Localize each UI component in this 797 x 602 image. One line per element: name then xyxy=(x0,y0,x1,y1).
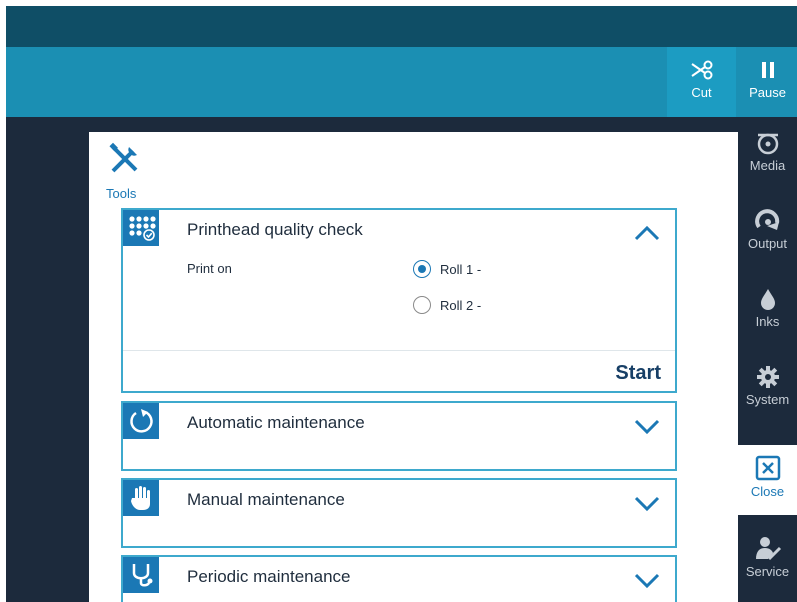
roll-2-option[interactable]: Roll 2 - xyxy=(413,296,481,314)
automatic-maintenance-card[interactable]: Automatic maintenance xyxy=(121,401,677,471)
media-roll-icon xyxy=(757,133,778,155)
output-icon xyxy=(754,209,779,230)
gear-icon xyxy=(756,366,779,388)
chevron-down-icon[interactable] xyxy=(633,417,661,435)
tools-label: Tools xyxy=(106,186,137,201)
sidebar-item-label: Service xyxy=(745,564,790,579)
periodic-maintenance-card[interactable]: Periodic maintenance xyxy=(121,555,677,602)
sidebar-item-inks[interactable]: Inks xyxy=(738,273,797,351)
sidebar-item-output[interactable]: Output xyxy=(738,195,797,273)
refresh-icon xyxy=(123,403,159,439)
start-button[interactable]: Start xyxy=(615,362,661,385)
top-bar xyxy=(6,6,797,47)
close-label: Close xyxy=(750,484,785,499)
sidebar-item-label: Inks xyxy=(755,314,780,329)
service-icon xyxy=(755,537,781,561)
card-title[interactable]: Automatic maintenance xyxy=(187,413,365,433)
sidebar: Media Output Inks System Close Service xyxy=(738,117,797,602)
printhead-check-icon xyxy=(123,210,159,246)
card-title[interactable]: Manual maintenance xyxy=(187,490,345,510)
sidebar-item-label: Media xyxy=(749,158,786,173)
tools-icon xyxy=(109,142,138,173)
manual-maintenance-card[interactable]: Manual maintenance xyxy=(121,478,677,548)
sidebar-item-media[interactable]: Media xyxy=(738,117,797,195)
chevron-down-icon[interactable] xyxy=(633,494,661,512)
hand-icon xyxy=(123,480,159,516)
tools-header: Tools xyxy=(104,142,164,201)
card-title[interactable]: Periodic maintenance xyxy=(187,567,350,587)
pause-icon xyxy=(761,62,774,78)
card-title[interactable]: Printhead quality check xyxy=(187,220,363,240)
pause-button[interactable]: Pause xyxy=(738,47,797,117)
divider xyxy=(123,350,675,351)
sidebar-item-label: Output xyxy=(747,236,788,251)
sidebar-item-service[interactable]: Service xyxy=(738,521,797,599)
ink-drop-icon xyxy=(760,289,775,310)
pause-label: Pause xyxy=(749,85,786,100)
roll-1-option[interactable]: Roll 1 - xyxy=(413,260,481,278)
print-on-label: Print on xyxy=(187,261,232,276)
roll-2-label: Roll 2 - xyxy=(440,297,482,313)
chevron-down-icon[interactable] xyxy=(633,571,661,589)
chevron-up-icon[interactable] xyxy=(633,224,661,242)
printhead-quality-check-card: Printhead quality check Print on Roll 1 … xyxy=(121,208,677,393)
roll-2-radio[interactable] xyxy=(413,296,431,314)
close-icon xyxy=(755,455,780,481)
app-window: Cut Pause Media Output Inks System Close… xyxy=(6,6,797,602)
close-button[interactable]: Close xyxy=(738,445,797,515)
roll-1-label: Roll 1 - xyxy=(440,261,482,277)
scissors-icon xyxy=(690,60,712,80)
sidebar-item-label: System xyxy=(745,392,790,407)
stethoscope-icon xyxy=(123,557,159,593)
roll-1-radio[interactable] xyxy=(413,260,431,278)
cut-label: Cut xyxy=(691,85,712,100)
cut-button[interactable]: Cut xyxy=(667,47,736,117)
tools-panel: Tools Printhead quality check Print on R… xyxy=(89,132,738,602)
sidebar-item-system[interactable]: System xyxy=(738,351,797,429)
